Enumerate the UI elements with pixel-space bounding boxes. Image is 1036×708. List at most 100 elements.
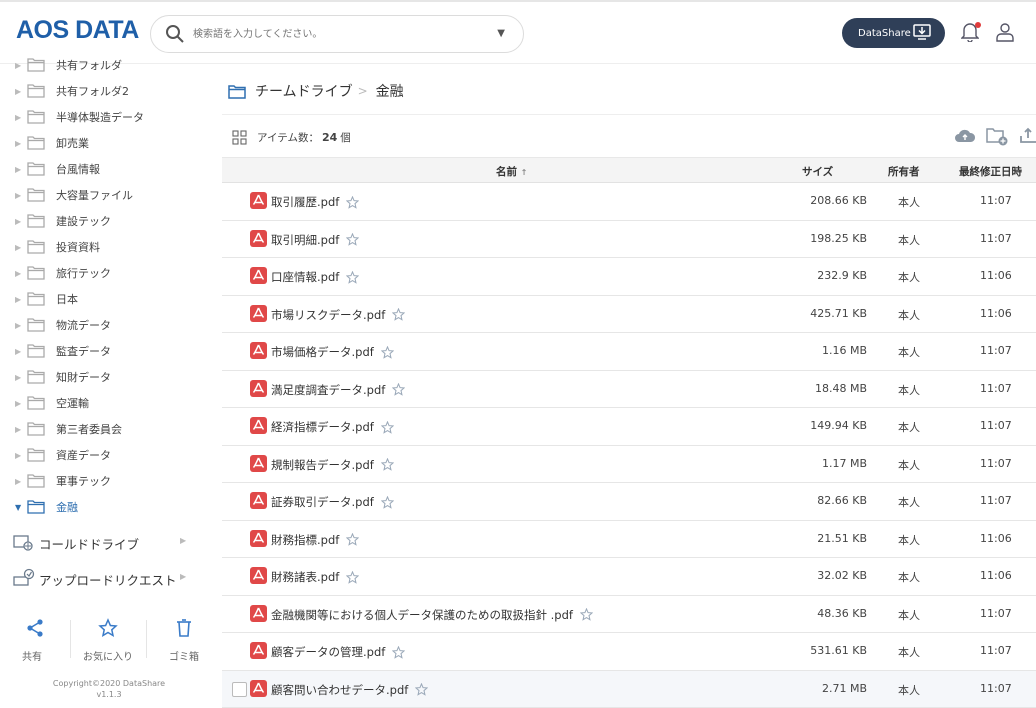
expand-arrow-right-icon[interactable]: ▶ [15, 373, 21, 382]
sidebar-folder-item[interactable]: ▶台風情報 [0, 156, 210, 182]
table-row[interactable]: 取引明細.pdf198.25 KB本人11:07 [222, 221, 1036, 259]
favorite-star-icon[interactable] [381, 496, 394, 509]
expand-arrow-right-icon[interactable]: ▶ [15, 321, 21, 330]
expand-arrow-right-icon[interactable]: ▶ [15, 87, 21, 96]
expand-arrow-right-icon[interactable]: ▶ [15, 139, 21, 148]
file-name[interactable]: 証券取引データ.pdf [271, 494, 394, 510]
favorite-star-icon[interactable] [392, 308, 405, 321]
expand-arrow-right-icon[interactable]: ▶ [15, 399, 21, 408]
favorite-star-icon[interactable] [392, 383, 405, 396]
table-row[interactable]: 金融機関等における個人データ保護のための取扱指針 .pdf48.36 KB本人1… [222, 596, 1036, 634]
table-row[interactable]: 満足度調査データ.pdf18.48 MB本人11:07 [222, 371, 1036, 409]
sidebar-folder-item[interactable]: ▶物流データ [0, 312, 210, 338]
sidebar-folder-item[interactable]: ▶共有フォルダ2 [0, 78, 210, 104]
file-name[interactable]: 市場リスクデータ.pdf [271, 307, 405, 323]
favorite-star-icon[interactable] [415, 683, 428, 696]
sidebar-folder-item[interactable]: ▶卸売業 [0, 130, 210, 156]
file-name[interactable]: 市場価格データ.pdf [271, 344, 394, 360]
expand-arrow-right-icon[interactable]: ▶ [15, 165, 21, 174]
file-name[interactable]: 規制報告データ.pdf [271, 457, 394, 473]
table-row[interactable]: 経済指標データ.pdf149.94 KB本人11:07 [222, 408, 1036, 446]
app-logo[interactable]: AOS DATA [16, 16, 139, 45]
favorite-star-icon[interactable] [346, 533, 359, 546]
favorite-star-icon[interactable] [381, 458, 394, 471]
notification-bell-icon[interactable] [961, 22, 981, 44]
file-name[interactable]: 取引明細.pdf [271, 232, 359, 248]
favorite-star-icon[interactable] [381, 346, 394, 359]
expand-arrow-right-icon[interactable]: ▶ [15, 347, 21, 356]
sidebar-folder-item[interactable]: ▶日本 [0, 286, 210, 312]
file-name[interactable]: 経済指標データ.pdf [271, 419, 394, 435]
table-row[interactable]: 財務指標.pdf21.51 KB本人11:06 [222, 521, 1036, 559]
sidebar-folder-item[interactable]: ▶大容量ファイル [0, 182, 210, 208]
search-input[interactable] [193, 24, 483, 44]
expand-arrow-right-icon[interactable]: ▶ [15, 295, 21, 304]
favorite-star-icon[interactable] [392, 646, 405, 659]
sidebar-item-cold-drive[interactable]: コールドドライブ ▶ [0, 527, 210, 557]
expand-arrow-right-icon[interactable]: ▶ [15, 425, 21, 434]
file-name[interactable]: 満足度調査データ.pdf [271, 382, 405, 398]
row-checkbox[interactable] [232, 682, 247, 697]
table-row[interactable]: 市場リスクデータ.pdf425.71 KB本人11:06 [222, 296, 1036, 334]
expand-arrow-right-icon[interactable]: ▶ [15, 61, 21, 70]
expand-arrow-right-icon[interactable]: ▶ [15, 113, 21, 122]
expand-arrow-right-icon[interactable]: ▶ [15, 217, 21, 226]
sidebar-folder-item[interactable]: ▶空運輸 [0, 390, 210, 416]
sidebar-folder-item[interactable]: ▶投資資料 [0, 234, 210, 260]
column-header-modified[interactable]: 最終修正日時 [959, 164, 1022, 179]
file-name[interactable]: 顧客データの管理.pdf [271, 644, 405, 660]
sidebar-folder-item[interactable]: ▶軍事テック [0, 468, 210, 494]
favorites-button[interactable]: お気に入り [73, 614, 143, 666]
expand-arrow-down-icon[interactable]: ▼ [15, 503, 21, 512]
share-button[interactable]: 共有 [0, 614, 70, 666]
expand-arrow-right-icon[interactable]: ▶ [15, 451, 21, 460]
table-row[interactable]: 規制報告データ.pdf1.17 MB本人11:07 [222, 446, 1036, 484]
expand-arrow-right-icon[interactable]: ▶ [15, 477, 21, 486]
favorite-star-icon[interactable] [346, 233, 359, 246]
file-name[interactable]: 取引履歴.pdf [271, 194, 359, 210]
file-name[interactable]: 口座情報.pdf [271, 269, 359, 285]
sidebar-folder-item[interactable]: ▶共有フォルダ [0, 54, 210, 78]
column-header-name[interactable]: 名前 ↑ [496, 164, 527, 179]
favorite-star-icon[interactable] [346, 571, 359, 584]
sidebar-folder-item[interactable]: ▶資産データ [0, 442, 210, 468]
table-row[interactable]: 顧客問い合わせデータ.pdf2.71 MB本人11:07 [222, 671, 1036, 708]
sidebar-folder-item[interactable]: ▶知財データ [0, 364, 210, 390]
column-header-size[interactable]: サイズ [802, 164, 833, 179]
table-row[interactable]: 口座情報.pdf232.9 KB本人11:06 [222, 258, 1036, 296]
file-name[interactable]: 金融機関等における個人データ保護のための取扱指針 .pdf [271, 607, 593, 623]
search-dropdown-icon[interactable]: ▼ [497, 28, 505, 39]
file-name[interactable]: 顧客問い合わせデータ.pdf [271, 682, 428, 698]
user-account-icon[interactable] [996, 22, 1016, 44]
expand-arrow-right-icon[interactable]: ▶ [15, 269, 21, 278]
sidebar-folder-item[interactable]: ▶監査データ [0, 338, 210, 364]
trash-button[interactable]: ゴミ箱 [149, 614, 210, 666]
table-row[interactable]: 証券取引データ.pdf82.66 KB本人11:07 [222, 483, 1036, 521]
table-row[interactable]: 市場価格データ.pdf1.16 MB本人11:07 [222, 333, 1036, 371]
sidebar-folder-item[interactable]: ▶建設テック [0, 208, 210, 234]
favorite-star-icon[interactable] [346, 196, 359, 209]
sidebar-folder-item[interactable]: ▶半導体製造データ [0, 104, 210, 130]
table-row[interactable]: 財務諸表.pdf32.02 KB本人11:06 [222, 558, 1036, 596]
sidebar-item-upload-request[interactable]: アップロードリクエスト ▶ [0, 563, 210, 593]
expand-arrow-right-icon[interactable]: ▶ [15, 191, 21, 200]
cloud-upload-icon[interactable] [954, 126, 976, 150]
file-name[interactable]: 財務指標.pdf [271, 532, 359, 548]
datashare-button[interactable]: DataShare [842, 18, 945, 48]
file-name[interactable]: 財務諸表.pdf [271, 569, 359, 585]
favorite-star-icon[interactable] [381, 421, 394, 434]
expand-arrow-right-icon[interactable]: ▶ [15, 243, 21, 252]
sidebar-folder-item[interactable]: ▶旅行テック [0, 260, 210, 286]
table-row[interactable]: 取引履歴.pdf208.66 KB本人11:07 [222, 183, 1036, 221]
favorite-star-icon[interactable] [346, 271, 359, 284]
new-folder-icon[interactable] [986, 126, 1010, 150]
breadcrumb-root[interactable]: チームドライブ [255, 81, 353, 101]
grid-view-icon[interactable] [232, 130, 247, 145]
sidebar-folder-item[interactable]: ▶第三者委員会 [0, 416, 210, 442]
sidebar-folder-item[interactable]: ▼金融 [0, 494, 210, 520]
favorite-star-icon[interactable] [580, 608, 593, 621]
column-header-owner[interactable]: 所有者 [888, 164, 920, 179]
upload-icon[interactable] [1020, 126, 1036, 150]
search-bar[interactable]: ▼ [150, 15, 524, 53]
table-row[interactable]: 顧客データの管理.pdf531.61 KB本人11:07 [222, 633, 1036, 671]
